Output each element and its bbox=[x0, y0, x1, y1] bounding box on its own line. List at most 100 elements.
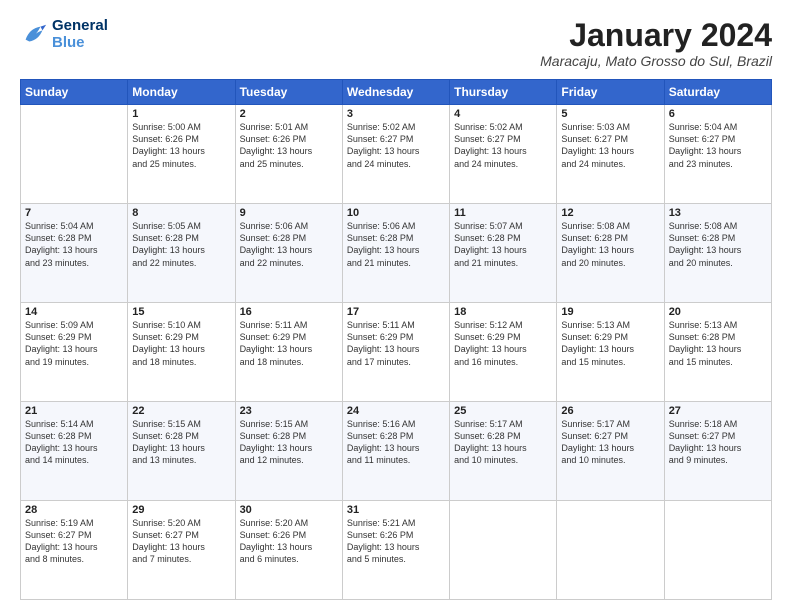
day-info: Sunrise: 5:09 AM Sunset: 6:29 PM Dayligh… bbox=[25, 319, 123, 368]
day-cell bbox=[450, 501, 557, 600]
col-wednesday: Wednesday bbox=[342, 80, 449, 105]
calendar-table: Sunday Monday Tuesday Wednesday Thursday… bbox=[20, 79, 772, 600]
day-number: 22 bbox=[132, 405, 230, 417]
day-cell: 28Sunrise: 5:19 AM Sunset: 6:27 PM Dayli… bbox=[21, 501, 128, 600]
day-number: 31 bbox=[347, 504, 445, 516]
day-cell: 20Sunrise: 5:13 AM Sunset: 6:28 PM Dayli… bbox=[664, 303, 771, 402]
day-info: Sunrise: 5:15 AM Sunset: 6:28 PM Dayligh… bbox=[240, 418, 338, 467]
day-number: 10 bbox=[347, 207, 445, 219]
col-sunday: Sunday bbox=[21, 80, 128, 105]
day-cell: 11Sunrise: 5:07 AM Sunset: 6:28 PM Dayli… bbox=[450, 204, 557, 303]
day-number: 3 bbox=[347, 108, 445, 120]
week-row-1: 1Sunrise: 5:00 AM Sunset: 6:26 PM Daylig… bbox=[21, 105, 772, 204]
day-cell: 16Sunrise: 5:11 AM Sunset: 6:29 PM Dayli… bbox=[235, 303, 342, 402]
day-info: Sunrise: 5:03 AM Sunset: 6:27 PM Dayligh… bbox=[561, 121, 659, 170]
day-cell: 26Sunrise: 5:17 AM Sunset: 6:27 PM Dayli… bbox=[557, 402, 664, 501]
day-number: 9 bbox=[240, 207, 338, 219]
day-info: Sunrise: 5:17 AM Sunset: 6:27 PM Dayligh… bbox=[561, 418, 659, 467]
day-number: 13 bbox=[669, 207, 767, 219]
day-info: Sunrise: 5:07 AM Sunset: 6:28 PM Dayligh… bbox=[454, 220, 552, 269]
day-info: Sunrise: 5:10 AM Sunset: 6:29 PM Dayligh… bbox=[132, 319, 230, 368]
week-row-5: 28Sunrise: 5:19 AM Sunset: 6:27 PM Dayli… bbox=[21, 501, 772, 600]
day-cell: 19Sunrise: 5:13 AM Sunset: 6:29 PM Dayli… bbox=[557, 303, 664, 402]
col-monday: Monday bbox=[128, 80, 235, 105]
day-info: Sunrise: 5:20 AM Sunset: 6:26 PM Dayligh… bbox=[240, 517, 338, 566]
day-number: 11 bbox=[454, 207, 552, 219]
day-info: Sunrise: 5:16 AM Sunset: 6:28 PM Dayligh… bbox=[347, 418, 445, 467]
day-info: Sunrise: 5:14 AM Sunset: 6:28 PM Dayligh… bbox=[25, 418, 123, 467]
week-row-4: 21Sunrise: 5:14 AM Sunset: 6:28 PM Dayli… bbox=[21, 402, 772, 501]
day-info: Sunrise: 5:20 AM Sunset: 6:27 PM Dayligh… bbox=[132, 517, 230, 566]
day-number: 20 bbox=[669, 306, 767, 318]
day-number: 2 bbox=[240, 108, 338, 120]
day-info: Sunrise: 5:04 AM Sunset: 6:27 PM Dayligh… bbox=[669, 121, 767, 170]
day-number: 14 bbox=[25, 306, 123, 318]
title-block: January 2024 Maracaju, Mato Grosso do Su… bbox=[540, 18, 772, 69]
day-cell: 8Sunrise: 5:05 AM Sunset: 6:28 PM Daylig… bbox=[128, 204, 235, 303]
day-info: Sunrise: 5:02 AM Sunset: 6:27 PM Dayligh… bbox=[454, 121, 552, 170]
day-info: Sunrise: 5:04 AM Sunset: 6:28 PM Dayligh… bbox=[25, 220, 123, 269]
day-number: 28 bbox=[25, 504, 123, 516]
logo-text: General Blue bbox=[52, 18, 108, 51]
header: General Blue January 2024 Maracaju, Mato… bbox=[20, 18, 772, 69]
day-cell: 17Sunrise: 5:11 AM Sunset: 6:29 PM Dayli… bbox=[342, 303, 449, 402]
day-number: 23 bbox=[240, 405, 338, 417]
day-info: Sunrise: 5:12 AM Sunset: 6:29 PM Dayligh… bbox=[454, 319, 552, 368]
day-cell: 3Sunrise: 5:02 AM Sunset: 6:27 PM Daylig… bbox=[342, 105, 449, 204]
day-info: Sunrise: 5:21 AM Sunset: 6:26 PM Dayligh… bbox=[347, 517, 445, 566]
col-saturday: Saturday bbox=[664, 80, 771, 105]
day-cell: 7Sunrise: 5:04 AM Sunset: 6:28 PM Daylig… bbox=[21, 204, 128, 303]
day-info: Sunrise: 5:11 AM Sunset: 6:29 PM Dayligh… bbox=[240, 319, 338, 368]
day-number: 8 bbox=[132, 207, 230, 219]
day-number: 4 bbox=[454, 108, 552, 120]
day-info: Sunrise: 5:05 AM Sunset: 6:28 PM Dayligh… bbox=[132, 220, 230, 269]
day-number: 21 bbox=[25, 405, 123, 417]
week-row-3: 14Sunrise: 5:09 AM Sunset: 6:29 PM Dayli… bbox=[21, 303, 772, 402]
day-info: Sunrise: 5:01 AM Sunset: 6:26 PM Dayligh… bbox=[240, 121, 338, 170]
day-cell: 30Sunrise: 5:20 AM Sunset: 6:26 PM Dayli… bbox=[235, 501, 342, 600]
col-tuesday: Tuesday bbox=[235, 80, 342, 105]
col-friday: Friday bbox=[557, 80, 664, 105]
day-number: 16 bbox=[240, 306, 338, 318]
day-cell: 25Sunrise: 5:17 AM Sunset: 6:28 PM Dayli… bbox=[450, 402, 557, 501]
day-cell: 29Sunrise: 5:20 AM Sunset: 6:27 PM Dayli… bbox=[128, 501, 235, 600]
day-number: 26 bbox=[561, 405, 659, 417]
day-cell: 12Sunrise: 5:08 AM Sunset: 6:28 PM Dayli… bbox=[557, 204, 664, 303]
day-number: 7 bbox=[25, 207, 123, 219]
day-number: 25 bbox=[454, 405, 552, 417]
day-info: Sunrise: 5:06 AM Sunset: 6:28 PM Dayligh… bbox=[240, 220, 338, 269]
header-row: Sunday Monday Tuesday Wednesday Thursday… bbox=[21, 80, 772, 105]
day-cell: 9Sunrise: 5:06 AM Sunset: 6:28 PM Daylig… bbox=[235, 204, 342, 303]
day-cell: 27Sunrise: 5:18 AM Sunset: 6:27 PM Dayli… bbox=[664, 402, 771, 501]
day-number: 19 bbox=[561, 306, 659, 318]
calendar-subtitle: Maracaju, Mato Grosso do Sul, Brazil bbox=[540, 53, 772, 69]
logo-icon bbox=[20, 21, 48, 49]
day-info: Sunrise: 5:15 AM Sunset: 6:28 PM Dayligh… bbox=[132, 418, 230, 467]
day-cell: 6Sunrise: 5:04 AM Sunset: 6:27 PM Daylig… bbox=[664, 105, 771, 204]
day-info: Sunrise: 5:18 AM Sunset: 6:27 PM Dayligh… bbox=[669, 418, 767, 467]
day-info: Sunrise: 5:08 AM Sunset: 6:28 PM Dayligh… bbox=[561, 220, 659, 269]
day-cell bbox=[557, 501, 664, 600]
day-cell: 4Sunrise: 5:02 AM Sunset: 6:27 PM Daylig… bbox=[450, 105, 557, 204]
day-cell: 15Sunrise: 5:10 AM Sunset: 6:29 PM Dayli… bbox=[128, 303, 235, 402]
day-cell: 24Sunrise: 5:16 AM Sunset: 6:28 PM Dayli… bbox=[342, 402, 449, 501]
day-number: 18 bbox=[454, 306, 552, 318]
day-cell bbox=[664, 501, 771, 600]
day-info: Sunrise: 5:17 AM Sunset: 6:28 PM Dayligh… bbox=[454, 418, 552, 467]
col-thursday: Thursday bbox=[450, 80, 557, 105]
day-cell: 5Sunrise: 5:03 AM Sunset: 6:27 PM Daylig… bbox=[557, 105, 664, 204]
day-number: 17 bbox=[347, 306, 445, 318]
week-row-2: 7Sunrise: 5:04 AM Sunset: 6:28 PM Daylig… bbox=[21, 204, 772, 303]
day-cell: 13Sunrise: 5:08 AM Sunset: 6:28 PM Dayli… bbox=[664, 204, 771, 303]
day-number: 27 bbox=[669, 405, 767, 417]
day-info: Sunrise: 5:11 AM Sunset: 6:29 PM Dayligh… bbox=[347, 319, 445, 368]
day-info: Sunrise: 5:00 AM Sunset: 6:26 PM Dayligh… bbox=[132, 121, 230, 170]
day-number: 12 bbox=[561, 207, 659, 219]
day-info: Sunrise: 5:19 AM Sunset: 6:27 PM Dayligh… bbox=[25, 517, 123, 566]
day-number: 24 bbox=[347, 405, 445, 417]
day-cell: 1Sunrise: 5:00 AM Sunset: 6:26 PM Daylig… bbox=[128, 105, 235, 204]
day-cell: 10Sunrise: 5:06 AM Sunset: 6:28 PM Dayli… bbox=[342, 204, 449, 303]
day-number: 1 bbox=[132, 108, 230, 120]
day-info: Sunrise: 5:08 AM Sunset: 6:28 PM Dayligh… bbox=[669, 220, 767, 269]
day-number: 30 bbox=[240, 504, 338, 516]
